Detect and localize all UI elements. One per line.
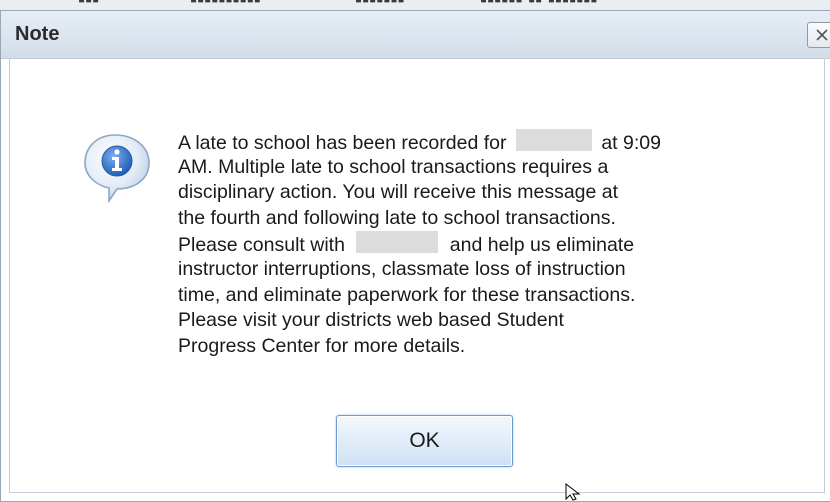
dialog-message: A late to school has been recorded for a… xyxy=(178,129,778,359)
message-text: and help us eliminate xyxy=(449,234,635,257)
message-text: at 9:09 xyxy=(601,132,661,154)
message-line: the fourth and following late to school … xyxy=(178,206,616,229)
message-text: A late to school has been recorded for xyxy=(178,132,507,154)
close-icon xyxy=(816,29,828,41)
dialog-titlebar[interactable]: Note xyxy=(1,11,830,59)
message-line: instructor interruptions, classmate loss… xyxy=(178,257,626,280)
message-line: A late to school has been recorded for a… xyxy=(178,129,778,155)
redacted-name xyxy=(356,231,439,254)
dialog-title: Note xyxy=(15,23,60,45)
message-line: time, and eliminate paperwork for these … xyxy=(178,283,636,306)
redacted-name xyxy=(515,129,592,151)
mouse-cursor-icon xyxy=(565,483,581,501)
message-text: Please consult with xyxy=(178,234,345,257)
message-line: AM. Multiple late to school transactions… xyxy=(178,155,609,178)
message-line: Please visit your districts web based St… xyxy=(178,309,564,332)
close-button[interactable] xyxy=(807,22,830,48)
info-icon xyxy=(84,134,150,203)
message-line: disciplinary action. You will receive th… xyxy=(178,181,619,204)
ok-button[interactable]: OK xyxy=(336,415,513,467)
message-line: Please consult with and help us eliminat… xyxy=(178,231,778,257)
message-line: Progress Center for more details. xyxy=(178,334,466,357)
note-dialog: Note A late to school has been recorded … xyxy=(0,10,830,502)
